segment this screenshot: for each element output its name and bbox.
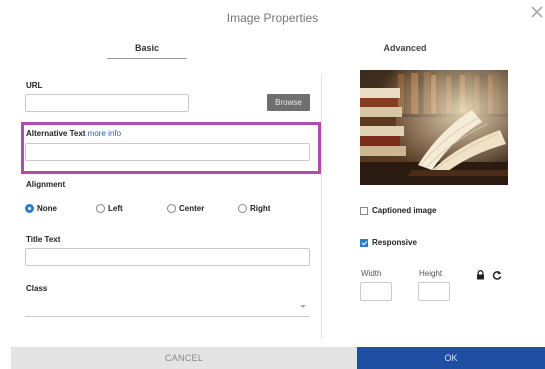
alignment-right-label: Right bbox=[250, 204, 271, 213]
class-label: Class bbox=[26, 284, 48, 293]
alt-text-input[interactable] bbox=[25, 143, 310, 161]
lock-icon[interactable] bbox=[476, 270, 485, 282]
responsive-checkbox[interactable] bbox=[360, 238, 368, 247]
alignment-left-label: Left bbox=[108, 204, 123, 213]
width-input[interactable] bbox=[360, 282, 392, 301]
more-info-link[interactable]: more info bbox=[88, 129, 121, 138]
title-text-input[interactable] bbox=[25, 248, 310, 266]
responsive-label: Responsive bbox=[372, 238, 417, 247]
alignment-label: Alignment bbox=[26, 180, 66, 189]
alignment-center[interactable]: Center bbox=[167, 204, 204, 213]
url-input[interactable] bbox=[25, 94, 189, 112]
title-text-label: Title Text bbox=[26, 235, 61, 244]
tab-advanced[interactable]: Advanced bbox=[365, 43, 445, 53]
class-select[interactable] bbox=[25, 297, 310, 317]
height-input[interactable] bbox=[418, 282, 450, 301]
captioned-image-option[interactable]: Captioned image bbox=[360, 206, 436, 215]
ok-button[interactable]: OK bbox=[357, 347, 545, 369]
alt-text-label: Alternative Text more info bbox=[26, 129, 121, 138]
captioned-image-checkbox[interactable] bbox=[360, 206, 368, 215]
tab-active-indicator bbox=[107, 58, 187, 59]
width-label: Width bbox=[361, 269, 382, 278]
radio-right[interactable] bbox=[238, 204, 247, 213]
panel-divider bbox=[321, 74, 322, 339]
cancel-button[interactable]: CANCEL bbox=[11, 347, 357, 369]
radio-center[interactable] bbox=[167, 204, 176, 213]
alignment-none[interactable]: None bbox=[25, 204, 57, 213]
alt-text-label-text: Alternative Text bbox=[26, 129, 86, 138]
alignment-center-label: Center bbox=[179, 204, 205, 213]
close-icon[interactable] bbox=[530, 5, 545, 21]
radio-none[interactable] bbox=[25, 204, 34, 213]
radio-left[interactable] bbox=[96, 204, 105, 213]
image-preview bbox=[360, 70, 508, 185]
url-label: URL bbox=[26, 81, 43, 90]
captioned-image-label: Captioned image bbox=[372, 206, 437, 215]
dialog-title: Image Properties bbox=[226, 11, 319, 25]
tab-basic[interactable]: Basic bbox=[107, 43, 187, 53]
browse-button[interactable]: Browse bbox=[267, 94, 310, 111]
alignment-none-label: None bbox=[37, 204, 57, 213]
refresh-icon[interactable] bbox=[492, 270, 502, 282]
responsive-option[interactable]: Responsive bbox=[360, 238, 417, 247]
height-label: Height bbox=[419, 269, 443, 278]
alignment-right[interactable]: Right bbox=[238, 204, 270, 213]
alignment-left[interactable]: Left bbox=[96, 204, 123, 213]
chevron-down-icon bbox=[300, 305, 306, 308]
